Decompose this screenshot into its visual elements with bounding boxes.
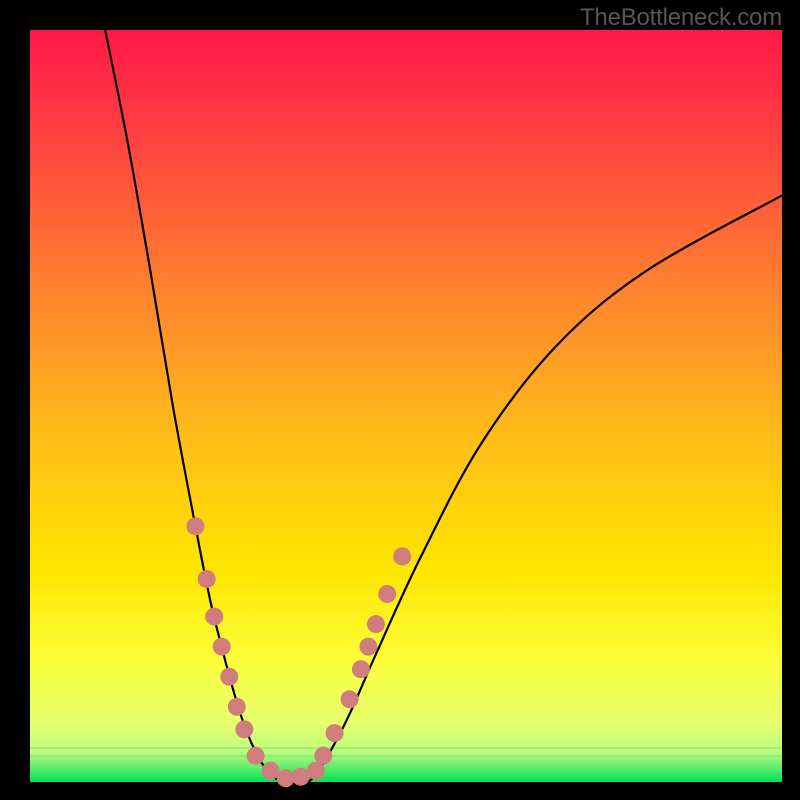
bottleneck-curve bbox=[105, 30, 782, 783]
curve-marker bbox=[367, 615, 385, 633]
curve-marker bbox=[393, 547, 411, 565]
curve-marker bbox=[359, 638, 377, 656]
green-ridges bbox=[30, 748, 782, 764]
curve-marker bbox=[314, 747, 332, 765]
curve-marker bbox=[205, 608, 223, 626]
curve-marker bbox=[326, 724, 344, 742]
curve-marker bbox=[228, 698, 246, 716]
curve-marker bbox=[247, 747, 265, 765]
curve-marker bbox=[220, 668, 238, 686]
curve-marker bbox=[213, 638, 231, 656]
plot-area bbox=[30, 30, 782, 782]
curve-marker bbox=[341, 690, 359, 708]
curve-marker bbox=[352, 660, 370, 678]
chart-frame: TheBottleneck.com bbox=[0, 0, 800, 800]
curve-marker bbox=[186, 517, 204, 535]
curve-marker bbox=[235, 720, 253, 738]
curve-marker bbox=[198, 570, 216, 588]
curve-layer bbox=[30, 30, 782, 782]
curve-marker bbox=[378, 585, 396, 603]
watermark-text: TheBottleneck.com bbox=[580, 4, 782, 32]
